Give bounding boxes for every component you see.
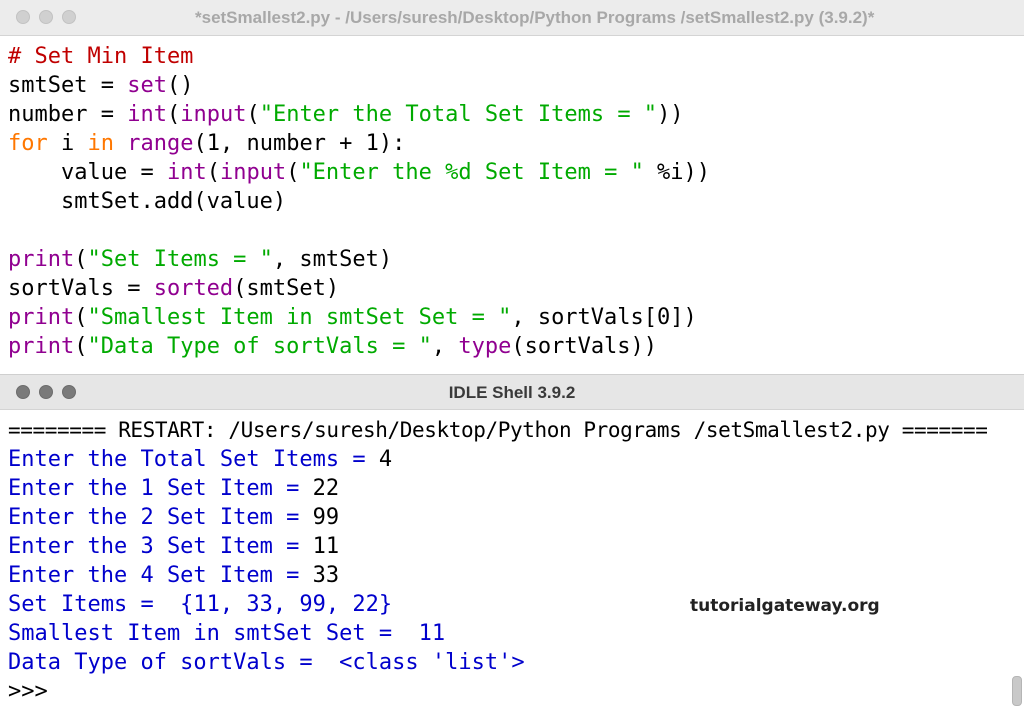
code-line: print("Data Type of sortVals = ", type(s… [8,334,658,359]
code-line: value = int(input("Enter the %d Set Item… [8,160,711,185]
shell-line: Enter the 2 Set Item = 99 [8,505,340,530]
shell-window-title: IDLE Shell 3.9.2 [448,383,576,402]
shell-scrollbar[interactable] [1012,676,1022,706]
shell-line: Enter the 4 Set Item = 33 [8,563,340,588]
shell-output-line: Set Items = {11, 33, 99, 22} [8,592,393,617]
code-line: for i in range(1, number + 1): [8,131,406,156]
code-editor[interactable]: # Set Min Item smtSet = set() number = i… [0,36,1024,374]
watermark: tutorialgateway.org [690,596,880,616]
minimize-button[interactable] [39,10,53,24]
shell-line: Enter the Total Set Items = 4 [8,447,393,472]
shell-output-line: Data Type of sortVals = <class 'list'> [8,650,525,675]
code-line: print("Set Items = ", smtSet) [8,247,393,272]
editor-title-bar: *setSmallest2.py - /Users/suresh/Desktop… [0,0,1024,36]
shell-prompt[interactable]: >>> [8,677,48,706]
code-line: smtSet = set() [8,73,194,98]
shell-line: Enter the 1 Set Item = 22 [8,476,340,501]
code-line: sortVals = sorted(smtSet) [8,276,340,301]
code-line: number = int(input("Enter the Total Set … [8,102,684,127]
close-button[interactable] [16,10,30,24]
shell-output-line: Smallest Item in smtSet Set = 11 [8,621,446,646]
editor-window-title: *setSmallest2.py - /Users/suresh/Desktop… [195,8,875,27]
code-line: print("Smallest Item in smtSet Set = ", … [8,305,697,330]
restart-line: ======== RESTART: /Users/suresh/Desktop/… [8,418,988,442]
code-line: # Set Min Item [8,44,194,69]
window-controls [16,10,76,24]
zoom-button[interactable] [62,10,76,24]
shell-line: Enter the 3 Set Item = 11 [8,534,340,559]
shell-title-bar: IDLE Shell 3.9.2 [0,374,1024,410]
shell-output[interactable]: ======== RESTART: /Users/suresh/Desktop/… [0,410,1024,709]
code-line: smtSet.add(value) [8,189,287,214]
